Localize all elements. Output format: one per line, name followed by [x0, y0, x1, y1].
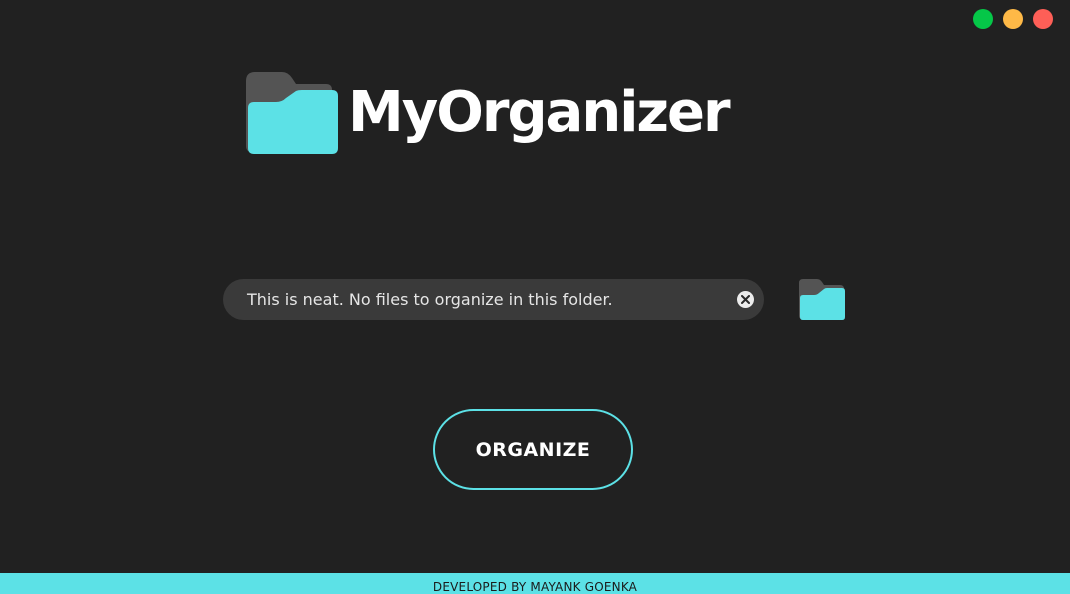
clear-icon: [741, 295, 750, 304]
clear-button[interactable]: [737, 291, 754, 308]
organize-button[interactable]: ORGANIZE: [433, 409, 633, 490]
browse-folder-button[interactable]: [798, 278, 847, 321]
close-button[interactable]: [1033, 9, 1053, 29]
footer-bar: DEVELOPED BY MAYANK GOENKA: [0, 573, 1070, 594]
folder-icon: [246, 72, 338, 154]
maximize-button[interactable]: [973, 9, 993, 29]
folder-path-value: This is neat. No files to organize in th…: [247, 290, 613, 309]
app-title: MyOrganizer: [348, 80, 731, 145]
folder-path-field[interactable]: This is neat. No files to organize in th…: [223, 279, 764, 320]
minimize-button[interactable]: [1003, 9, 1023, 29]
folder-icon: [799, 279, 845, 320]
footer-credit: DEVELOPED BY MAYANK GOENKA: [432, 580, 638, 594]
app-logo: MyOrganizer: [246, 68, 731, 158]
app-window: { "app": { "title": "MyOrganizer" }, "wi…: [0, 0, 1070, 594]
